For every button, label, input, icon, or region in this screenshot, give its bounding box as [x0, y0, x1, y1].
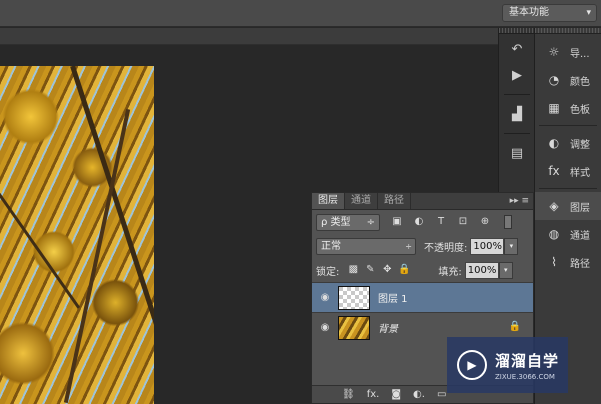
chevron-down-icon: ÷ [405, 241, 412, 251]
fill-label: 填充: [438, 266, 462, 278]
lock-transparent-icon[interactable]: ▩ [347, 264, 359, 276]
panel-label: 样式 [570, 167, 590, 179]
fill-field[interactable]: 100% [464, 261, 499, 279]
tab-channels[interactable]: 通道 [345, 193, 378, 209]
chevron-down-icon: ▾ [586, 8, 591, 18]
new-adjustment-icon[interactable]: ◐. [413, 389, 425, 400]
panel-label: 色板 [570, 104, 590, 116]
layer-filter-select[interactable]: ρ 类型 ÷ [316, 213, 380, 231]
panel-channels[interactable]: ◍ 通道 [535, 220, 601, 248]
filter-toggle[interactable] [504, 215, 512, 229]
watermark-title: 溜溜自学 [495, 351, 560, 370]
smart-object-filter-icon[interactable]: ⊕ [478, 215, 492, 229]
panel-swatches[interactable]: ▦ 色板 [535, 94, 601, 122]
blend-row: 正常 ÷ 不透明度: 100% ▾ [312, 234, 533, 258]
opacity-stepper[interactable]: ▾ [504, 237, 519, 255]
add-mask-icon[interactable]: ◙ [391, 389, 401, 400]
layer-style-icon[interactable]: fx. [367, 389, 380, 400]
histogram-icon[interactable]: ▟ [499, 101, 535, 127]
layers-panel-tabs: 图层 通道 路径 ▸▸ ≡ [312, 193, 533, 210]
paths-icon: ⌇ [551, 255, 557, 269]
layers-icon: ◈ [549, 199, 559, 213]
filter-arrow: ÷ [366, 216, 375, 228]
lock-paint-icon[interactable]: ✎ [364, 264, 376, 276]
layer-thumbnail [338, 285, 370, 310]
panel-styles[interactable]: fx 样式 [535, 157, 601, 185]
shape-filter-icon[interactable]: ⊡ [456, 215, 470, 229]
history-icon[interactable]: ↶ [499, 36, 535, 62]
document-image [0, 66, 154, 404]
separator [539, 188, 597, 189]
color-icon: ◔ [548, 73, 560, 87]
branch-2 [63, 108, 131, 404]
workspace-label: 基本功能 [509, 7, 549, 18]
panel-layers[interactable]: ◈ 图层 [535, 192, 601, 220]
styles-icon: fx [548, 164, 560, 178]
workspace-dropdown[interactable]: 基本功能 ▾ [502, 4, 597, 22]
tab-paths[interactable]: 路径 [378, 193, 411, 209]
branch-1 [70, 66, 154, 389]
lock-move-icon[interactable]: ✥ [381, 264, 393, 276]
eye-icon[interactable]: ◉ [312, 292, 338, 303]
play-logo-icon: ▶ [457, 350, 487, 380]
channels-icon: ◍ [548, 227, 560, 241]
play-icon[interactable]: ▶ [499, 62, 535, 88]
tab-layers[interactable]: 图层 [312, 193, 345, 209]
swatches-icon: ▦ [548, 101, 560, 115]
panel-label: 颜色 [570, 76, 590, 88]
panel-label: 调整 [570, 139, 590, 151]
pixel-filter-icon[interactable]: ▣ [390, 215, 404, 229]
panel-paths[interactable]: ⌇ 路径 [535, 248, 601, 276]
layer-thumbnail [338, 315, 370, 340]
fill-stepper[interactable]: ▾ [498, 261, 513, 279]
panel-navigator[interactable]: ☼ 导... [535, 38, 601, 66]
filter-label: ρ 类型 [321, 216, 351, 228]
separator [504, 94, 530, 95]
dock-grip[interactable] [535, 28, 601, 34]
separator [539, 125, 597, 126]
link-layers-icon[interactable]: ⛓ [342, 389, 355, 400]
top-bar: 基本功能 ▾ [0, 0, 601, 27]
panel-label: 图层 [570, 202, 590, 214]
watermark: ▶ 溜溜自学 ZIXUE.3066.COM [447, 337, 568, 393]
new-group-icon[interactable]: ▭ [437, 389, 446, 400]
lock-row: 锁定: ▩ ✎ ✥ 🔒 填充: 100% ▾ [312, 258, 533, 282]
opacity-field[interactable]: 100% [470, 237, 505, 255]
panel-label: 路径 [570, 258, 590, 270]
blend-mode-value: 正常 [321, 240, 341, 252]
watermark-url: ZIXUE.3066.COM [495, 372, 555, 381]
document-tab-strip [0, 28, 498, 45]
panel-label: 导... [570, 48, 590, 60]
navigator-icon: ☼ [548, 45, 560, 59]
lock-all-icon[interactable]: 🔒 [398, 264, 410, 276]
type-filter-icon[interactable]: T [434, 215, 448, 229]
lock-label: 锁定: [316, 266, 340, 278]
branch-3 [0, 143, 81, 309]
adjustments-icon: ◐ [548, 136, 560, 150]
lock-icon: 🔒 [508, 321, 521, 332]
adjustment-filter-icon[interactable]: ◐ [412, 215, 426, 229]
blend-mode-select[interactable]: 正常 ÷ [316, 237, 416, 255]
panel-grip[interactable] [499, 28, 534, 34]
filter-row: ρ 类型 ÷ ▣ ◐ T ⊡ ⊕ [312, 210, 533, 234]
opacity-label: 不透明度: [424, 242, 468, 254]
layer-row[interactable]: ◉ 图层 1 [312, 282, 533, 312]
panel-color[interactable]: ◔ 颜色 [535, 66, 601, 94]
info-icon[interactable]: ▤ [499, 140, 535, 166]
eye-icon[interactable]: ◉ [312, 322, 338, 333]
panel-menu-icon[interactable]: ▸▸ ≡ [510, 193, 529, 209]
separator [504, 133, 530, 134]
panel-adjustments[interactable]: ◐ 调整 [535, 129, 601, 157]
panel-label: 通道 [570, 230, 590, 242]
layer-name: 图层 1 [378, 294, 408, 305]
layer-name: 背景 [378, 324, 398, 335]
